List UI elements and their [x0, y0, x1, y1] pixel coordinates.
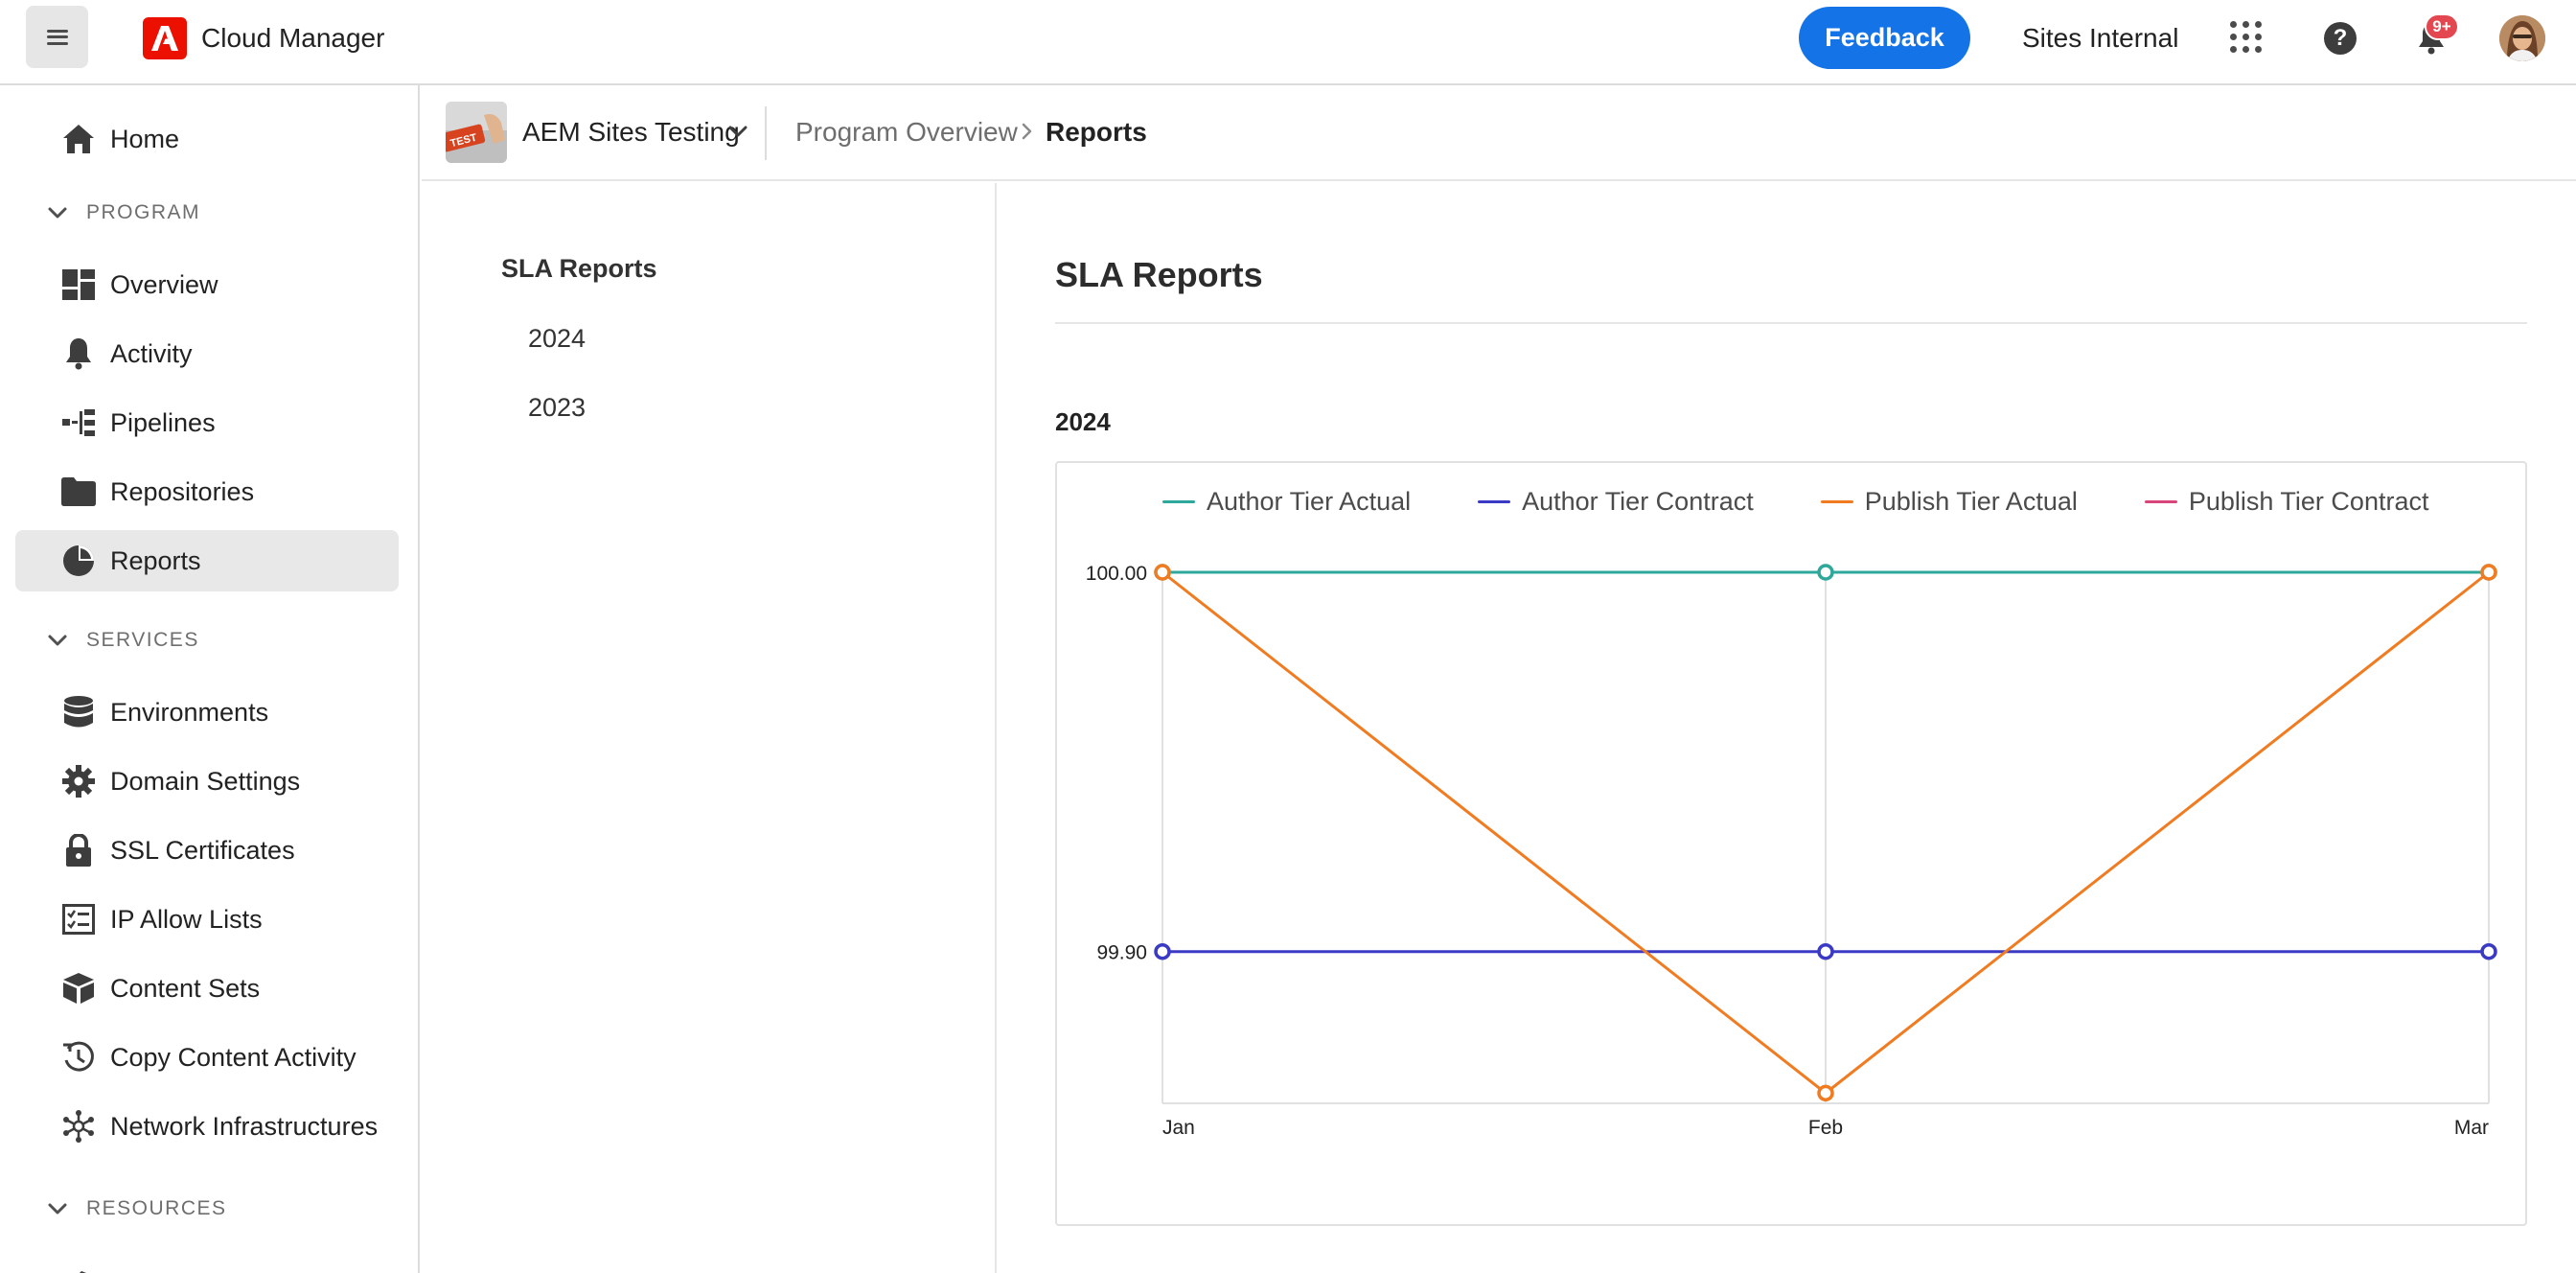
chevron-down-icon[interactable]: [726, 120, 749, 143]
left-sidebar: Home PROGRAM Overview Activity Pipelines…: [0, 85, 420, 1273]
checklist-icon: [61, 902, 96, 937]
year-heading: 2024: [1055, 407, 1111, 436]
reports-subnav: SLA Reports 2024 2023: [422, 183, 997, 1273]
home-icon: [61, 122, 96, 156]
sidebar-item-domain-settings[interactable]: Domain Settings: [15, 751, 399, 812]
sla-line-chart: 100.00 99.90 Jan Feb Mar: [1086, 563, 2497, 1139]
sidebar-item-network-infrastructures[interactable]: Network Infrastructures: [15, 1096, 399, 1157]
data-point: [1817, 564, 1834, 581]
data-point: [2480, 942, 2497, 961]
folder-icon: [61, 474, 96, 509]
section-resources-toggle[interactable]: RESOURCES: [46, 1192, 227, 1226]
sidebar-item-partial[interactable]: [15, 1255, 399, 1273]
sidebar-item-label: Home: [110, 124, 180, 153]
title-divider: [1055, 322, 2527, 324]
sidebar-item-reports[interactable]: Reports: [15, 530, 399, 591]
sidebar-item-activity[interactable]: Activity: [15, 323, 399, 384]
sidebar-item-environments[interactable]: Environments: [15, 682, 399, 743]
sidebar-item-label: Content Sets: [110, 973, 261, 1003]
breadcrumb-divider: [765, 106, 767, 160]
sidebar-item-label: Reports: [110, 545, 201, 575]
data-point: [1154, 564, 1171, 581]
network-icon: [61, 1109, 96, 1144]
sidebar-item-repositories[interactable]: Repositories: [15, 461, 399, 522]
bell-icon: [61, 336, 96, 371]
sidebar-item-label: IP Allow Lists: [110, 904, 263, 934]
y-tick-label: 100.00: [1086, 563, 1147, 585]
section-program-toggle[interactable]: PROGRAM: [46, 196, 200, 230]
app-switcher-icon[interactable]: [2230, 21, 2263, 54]
sidebar-item-label: Network Infrastructures: [110, 1111, 379, 1141]
sla-chart-card: Author Tier Actual Author Tier Contract Pu…: [1055, 461, 2527, 1226]
y-tick-label: 99.90: [1096, 942, 1147, 964]
x-tick-label: Mar: [2454, 1117, 2489, 1139]
lock-icon: [61, 833, 96, 868]
sidebar-item-label: Copy Content Activity: [110, 1042, 356, 1072]
hamburger-icon: [46, 29, 68, 45]
sidebar-item-ip-allow-lists[interactable]: IP Allow Lists: [15, 889, 399, 950]
sidebar-item-label: Overview: [110, 269, 218, 299]
data-point: [1154, 942, 1171, 961]
notification-count-badge: 9+: [2425, 13, 2459, 40]
sidebar-item-content-sets[interactable]: Content Sets: [15, 958, 399, 1019]
subnav-title[interactable]: SLA Reports: [501, 254, 657, 284]
hamburger-menu-button[interactable]: [26, 6, 88, 68]
pipeline-icon: [61, 405, 96, 440]
app-title[interactable]: Cloud Manager: [201, 22, 384, 55]
subnav-item-2024[interactable]: 2024: [528, 324, 586, 354]
help-icon[interactable]: ?: [2324, 22, 2357, 55]
sidebar-item-home[interactable]: Home: [15, 108, 399, 170]
chevron-down-icon: [48, 207, 67, 219]
section-program-label: PROGRAM: [86, 201, 201, 223]
adobe-logo-icon[interactable]: [143, 17, 187, 59]
data-point: [1817, 942, 1834, 961]
feedback-button[interactable]: Feedback: [1799, 7, 1970, 69]
top-header: Cloud Manager Feedback Sites Internal ? …: [0, 0, 2576, 85]
sidebar-item-label: Environments: [110, 697, 269, 727]
sidebar-item-overview[interactable]: Overview: [15, 254, 399, 315]
history-icon: [61, 1040, 96, 1075]
pie-chart-icon: [61, 544, 96, 578]
database-icon: [61, 695, 96, 729]
page-title: SLA Reports: [1055, 255, 1263, 294]
sidebar-item-ssl-certificates[interactable]: SSL Certificates: [15, 820, 399, 881]
data-point: [1817, 1084, 1834, 1102]
sidebar-item-copy-content-activity[interactable]: Copy Content Activity: [15, 1027, 399, 1088]
sidebar-item-label: Repositories: [110, 476, 255, 506]
chevron-down-icon: [48, 1203, 67, 1215]
sidebar-item-label: Activity: [110, 338, 193, 368]
sidebar-item-pipelines[interactable]: Pipelines: [15, 392, 399, 453]
chevron-right-icon: [1022, 123, 1032, 140]
breadcrumb-reports: Reports: [1046, 117, 1147, 147]
sidebar-item-label: Domain Settings: [110, 766, 301, 796]
dashboard-icon: [61, 267, 96, 302]
sidebar-item-label: SSL Certificates: [110, 835, 295, 865]
book-icon: [61, 1268, 96, 1273]
box-icon: [61, 971, 96, 1006]
gear-icon: [61, 764, 96, 799]
sidebar-item-label: Pipelines: [110, 407, 216, 437]
program-switcher[interactable]: AEM Sites Testing: [522, 117, 740, 148]
subnav-item-2023[interactable]: 2023: [528, 393, 586, 423]
section-resources-label: RESOURCES: [86, 1197, 227, 1219]
x-tick-label: Feb: [1808, 1117, 1843, 1139]
user-avatar[interactable]: [2499, 15, 2545, 61]
org-switcher[interactable]: Sites Internal: [2022, 22, 2178, 55]
section-services-label: SERVICES: [86, 629, 199, 651]
program-breadcrumb-bar: TEST AEM Sites Testing Program Overview …: [422, 85, 2576, 181]
section-services-toggle[interactable]: SERVICES: [46, 623, 199, 658]
breadcrumb-program-overview[interactable]: Program Overview: [795, 117, 1018, 148]
program-thumbnail[interactable]: TEST: [446, 102, 507, 163]
x-tick-label: Jan: [1162, 1117, 1195, 1139]
chevron-down-icon: [48, 635, 67, 646]
data-point: [2480, 564, 2497, 581]
